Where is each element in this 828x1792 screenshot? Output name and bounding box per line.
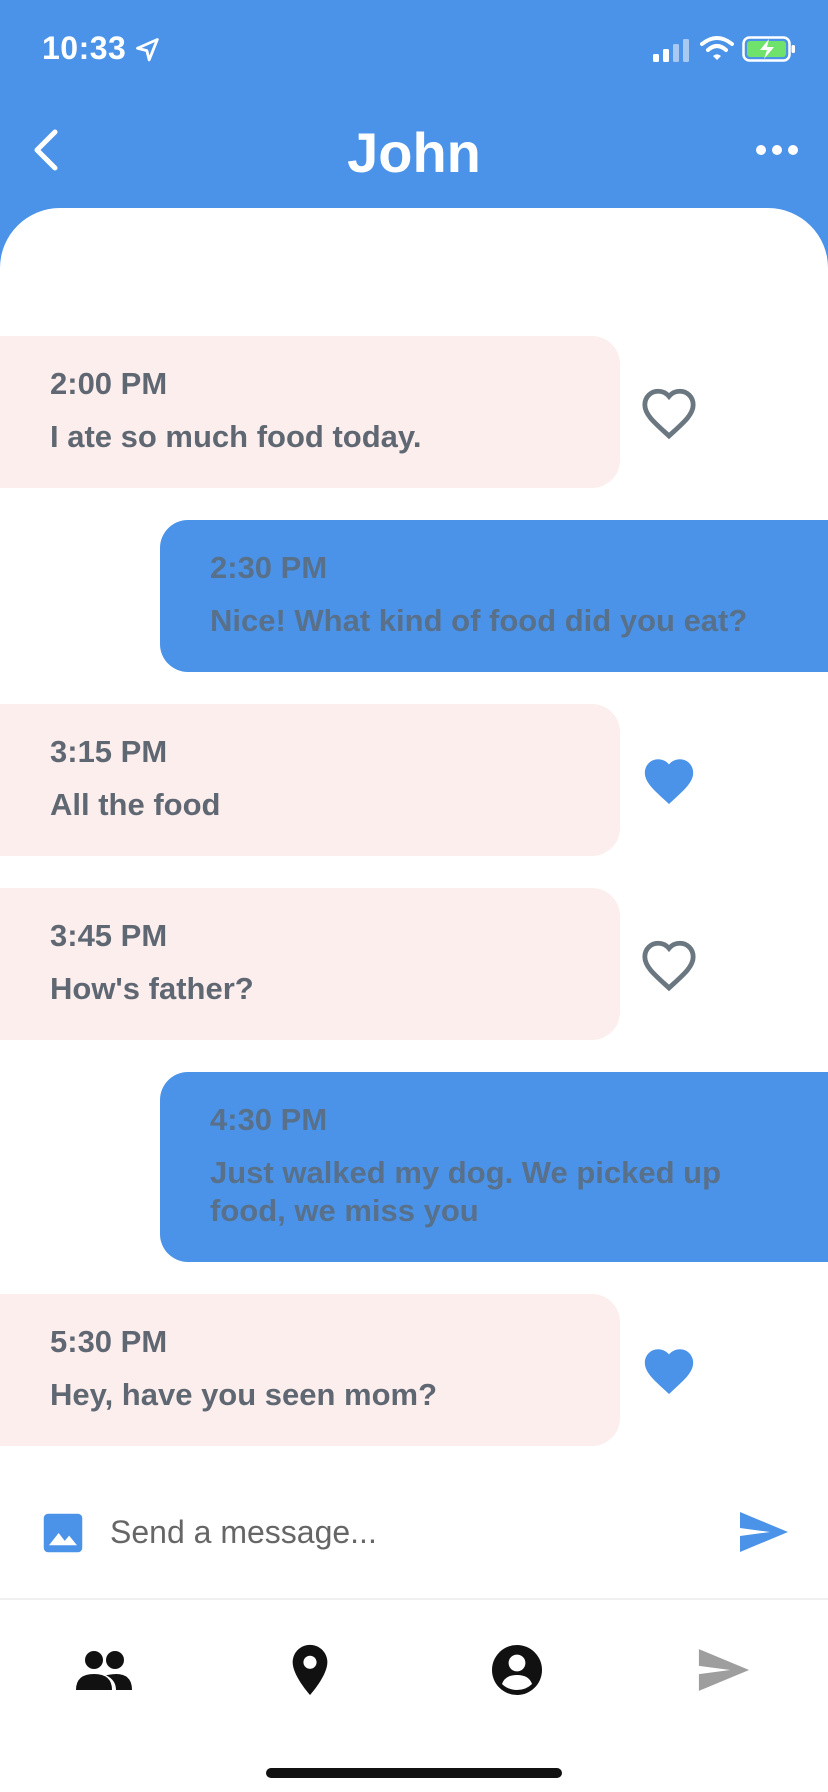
message-time: 3:15 PM	[50, 734, 168, 769]
more-horizontal-icon	[756, 145, 798, 155]
message-time: 3:45 PM	[50, 918, 168, 953]
message-time: 2:00 PM	[50, 366, 168, 401]
page-title: John	[347, 121, 481, 184]
heart-filled-icon[interactable]	[640, 1344, 698, 1398]
status-time: 10:33	[42, 30, 127, 66]
message-text: How's father?	[50, 971, 254, 1006]
chat-header: John	[0, 100, 828, 210]
message-bubble-received[interactable]: 5:30 PM Hey, have you seen mom?	[0, 1294, 620, 1446]
cellular-signal-icon	[653, 39, 689, 62]
nav-item-profile[interactable]	[477, 1630, 557, 1710]
message-text: Hey, have you seen mom?	[50, 1377, 438, 1412]
message-text: All the food	[50, 787, 221, 822]
message-bubble-received[interactable]: 3:45 PM How's father?	[0, 888, 620, 1040]
nav-item-send[interactable]	[684, 1630, 764, 1710]
message-bubble-received[interactable]: 2:00 PM I ate so much food today.	[0, 336, 620, 488]
message-input[interactable]	[110, 1502, 710, 1562]
message-bubble-received[interactable]: 3:15 PM All the food	[0, 704, 620, 856]
message-time: 4:30 PM	[210, 1102, 328, 1137]
status-bar: 10:33	[0, 0, 828, 100]
message-composer	[0, 1462, 828, 1598]
message-bubble-sent[interactable]: 4:30 PM Just walked my dog. We picked up…	[160, 1072, 828, 1262]
home-indicator[interactable]	[266, 1768, 562, 1778]
message-bubble-sent[interactable]: 2:30 PM Nice! What kind of food did you …	[160, 520, 828, 672]
account-circle-icon	[492, 1645, 542, 1695]
location-arrow-icon	[136, 38, 159, 62]
send-icon[interactable]	[738, 1510, 790, 1554]
message-text: Just walked my dog. We picked up food, w…	[210, 1155, 722, 1228]
heart-outline-icon[interactable]	[640, 938, 698, 992]
nav-item-location[interactable]	[270, 1630, 350, 1710]
message-text: I ate so much food today.	[50, 419, 422, 454]
image-icon[interactable]	[42, 1512, 84, 1554]
bottom-navigation	[0, 1600, 828, 1792]
location-pin-icon	[292, 1644, 328, 1696]
battery-charging-icon	[742, 36, 795, 62]
more-options-button[interactable]	[752, 130, 802, 170]
chat-screen: 10:33 John 2:00 PM I ate so much food to…	[0, 0, 828, 1792]
nav-item-contacts[interactable]	[64, 1630, 144, 1710]
message-text: Nice! What kind of food did you eat?	[210, 603, 748, 638]
people-icon	[76, 1651, 132, 1690]
message-time: 2:30 PM	[210, 550, 328, 585]
message-time: 5:30 PM	[50, 1324, 168, 1359]
heart-outline-icon[interactable]	[640, 386, 698, 440]
wifi-icon	[700, 36, 734, 60]
heart-filled-icon[interactable]	[640, 754, 698, 808]
send-icon	[698, 1649, 750, 1691]
